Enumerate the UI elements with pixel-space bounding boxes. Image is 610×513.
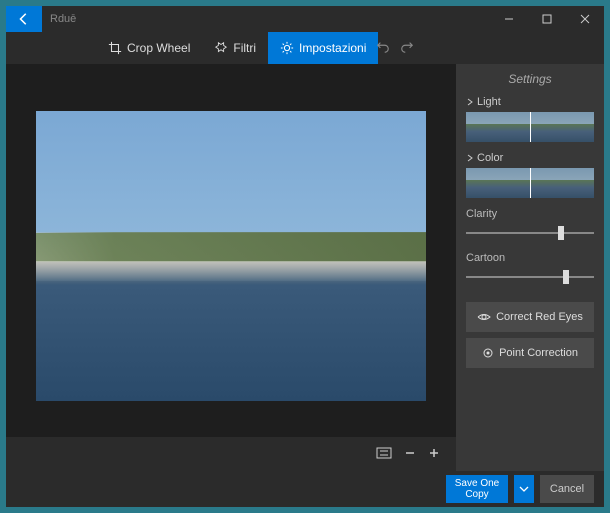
fit-button[interactable]	[376, 447, 392, 462]
content-area: Settings Light Color Clarity Cartoon	[6, 64, 604, 471]
crop-label: Crop Wheel	[127, 41, 190, 55]
light-label: Light	[477, 96, 501, 108]
crop-icon	[108, 41, 122, 55]
zoom-out-button[interactable]	[404, 447, 416, 462]
undo-button[interactable]	[376, 40, 390, 57]
filters-tool-button[interactable]: Filtri	[202, 32, 268, 64]
slider-thumb[interactable]	[558, 226, 564, 240]
settings-label: Impostazioni	[299, 41, 366, 55]
point-label: Point Correction	[499, 347, 578, 359]
point-correction-button[interactable]: Point Correction	[466, 338, 594, 368]
sun-icon	[280, 41, 294, 55]
color-preview[interactable]	[466, 168, 594, 198]
slider-track	[466, 232, 594, 234]
redo-button[interactable]	[400, 40, 414, 57]
chevron-right-icon	[466, 98, 474, 106]
color-section-header[interactable]: Color	[466, 152, 594, 164]
minimize-button[interactable]	[490, 6, 528, 32]
filters-icon	[214, 41, 228, 55]
cartoon-label: Cartoon	[466, 252, 594, 264]
photo-preview[interactable]	[36, 111, 426, 401]
back-button[interactable]	[6, 6, 42, 32]
clarity-slider[interactable]	[466, 226, 594, 240]
sidebar-title: Settings	[466, 72, 594, 86]
red-eyes-button[interactable]: Correct Red Eyes	[466, 302, 594, 332]
eye-icon	[477, 312, 491, 322]
titlebar: Rduē	[6, 6, 604, 32]
settings-tool-button[interactable]: Impostazioni	[268, 32, 378, 64]
close-button[interactable]	[566, 6, 604, 32]
cancel-button[interactable]: Cancel	[540, 475, 594, 503]
light-section-header[interactable]: Light	[466, 96, 594, 108]
red-eyes-label: Correct Red Eyes	[496, 311, 583, 323]
maximize-button[interactable]	[528, 6, 566, 32]
slider-track	[466, 276, 594, 278]
canvas	[6, 64, 456, 437]
toolbar: Crop Wheel Filtri Impostazioni	[6, 32, 604, 64]
cartoon-slider[interactable]	[466, 270, 594, 284]
chevron-right-icon	[466, 154, 474, 162]
chevron-down-icon	[519, 486, 529, 492]
slider-thumb[interactable]	[563, 270, 569, 284]
clarity-label: Clarity	[466, 208, 594, 220]
footer: Save One Copy Cancel	[6, 471, 604, 507]
crop-tool-button[interactable]: Crop Wheel	[96, 32, 202, 64]
point-icon	[482, 347, 494, 359]
zoom-in-button[interactable]	[428, 447, 440, 462]
canvas-area	[6, 64, 456, 471]
light-preview[interactable]	[466, 112, 594, 142]
app-window: Rduē Crop Wheel Filtri Impostazioni	[6, 6, 604, 507]
color-label: Color	[477, 152, 503, 164]
filters-label: Filtri	[233, 41, 256, 55]
window-controls	[490, 6, 604, 32]
settings-sidebar: Settings Light Color Clarity Cartoon	[456, 64, 604, 471]
save-dropdown-button[interactable]	[514, 475, 534, 503]
zoom-bar	[6, 437, 456, 471]
save-button[interactable]: Save One Copy	[446, 475, 508, 503]
app-title: Rduē	[50, 13, 76, 25]
